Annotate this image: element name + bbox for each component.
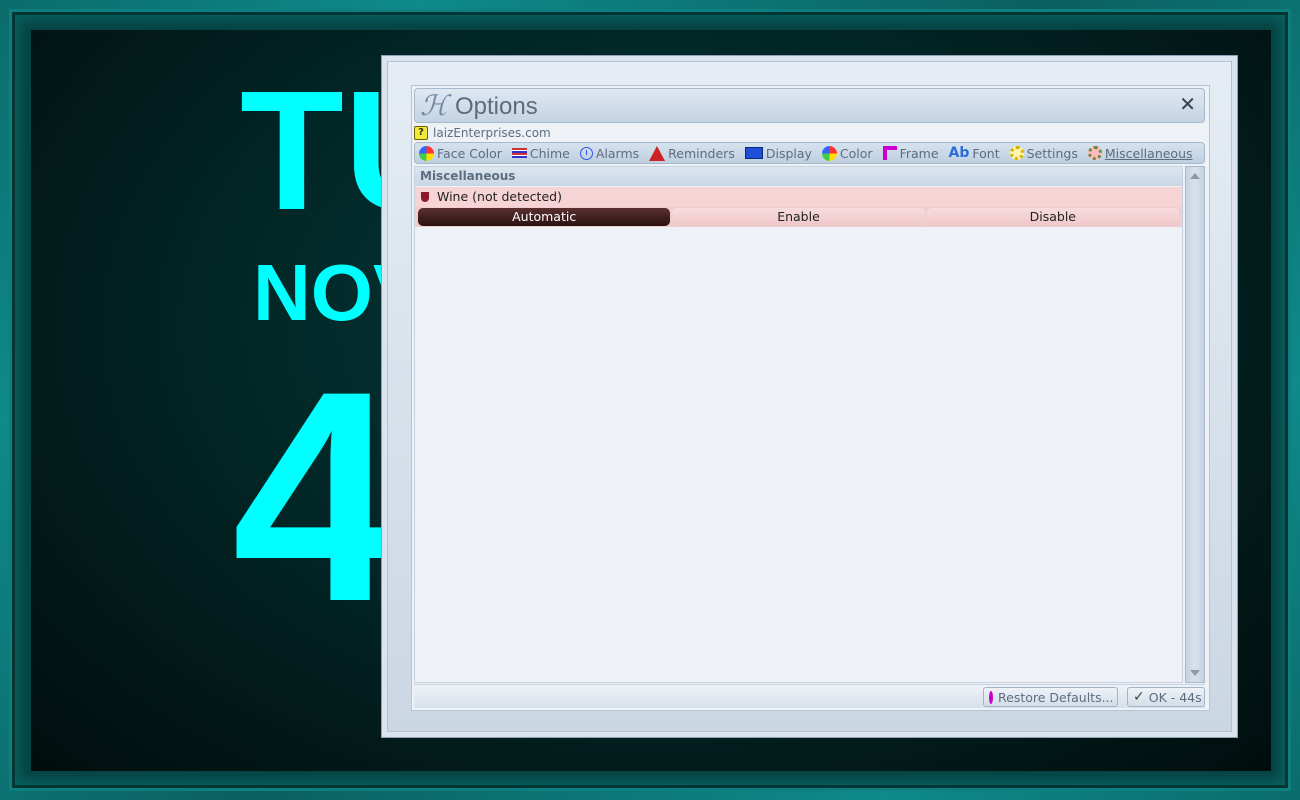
ok-button[interactable]: ✓ OK - 44s [1127,687,1205,707]
tab-label: Display [765,145,812,161]
clock-month-text: NOVEMBER [253,253,381,333]
tab-label: Font [972,145,1000,161]
warning-icon [649,145,666,161]
tab-face-color[interactable]: Face Color [419,145,502,161]
ok-label: OK - 44s [1148,689,1202,705]
title-bar[interactable]: ℋ Options ✕ [414,88,1205,123]
tab-label: Face Color [437,145,502,161]
tab-display[interactable]: Display [744,145,812,161]
scroll-down-arrow-icon[interactable] [1190,670,1200,676]
tab-label: Frame [899,145,939,161]
section-header: Miscellaneous [415,167,1182,186]
tab-label: Reminders [668,145,735,161]
options-dialog: ℋ Options ✕ ? laizEnterprises.com Face C… [411,85,1210,711]
content-panel: Miscellaneous Wine (not detected) Automa… [414,166,1183,683]
wine-mode-selector: Automatic Enable Disable [415,207,1182,227]
gear-icon [1009,146,1024,160]
wine-label: Wine (not detected) [437,189,562,204]
tab-miscellaneous[interactable]: Miscellaneous [1087,145,1193,161]
close-icon[interactable]: ✕ [1179,93,1196,115]
wine-automatic-option[interactable]: Automatic [418,208,671,226]
scroll-up-arrow-icon[interactable] [1190,173,1200,179]
wine-enable-option[interactable]: Enable [672,208,925,226]
vertical-scrollbar[interactable] [1185,166,1205,683]
font-icon: Ab [948,145,970,161]
tab-label: Settings [1026,145,1078,161]
color-icon [821,145,837,161]
tab-label: Color [839,145,873,161]
restore-label: Restore Defaults... [998,689,1114,705]
face-color-icon [419,145,434,161]
monitor-icon [744,147,763,159]
clock-time-text: 4 [232,346,381,646]
tab-alarms[interactable]: Alarms [579,145,640,161]
tab-font[interactable]: Ab Font [949,145,1000,161]
tab-frame[interactable]: Frame [882,145,939,161]
wine-disable-option[interactable]: Disable [926,208,1179,226]
tab-chime[interactable]: Chime [511,145,570,161]
checkmark-icon: ✓ [1133,689,1145,705]
website-link[interactable]: ? laizEnterprises.com [414,125,551,141]
website-label[interactable]: laizEnterprises.com [433,126,551,140]
frame-icon [882,146,897,160]
wine-row: Wine (not detected) [415,187,1182,207]
chime-icon [511,148,527,158]
tab-settings[interactable]: Settings [1009,145,1078,161]
wine-glass-icon [421,192,429,202]
bottom-bar: Restore Defaults... ✓ OK - 44s [414,684,1205,708]
clock-day-text: TUESDAY [240,66,381,236]
misc-gear-icon [1087,146,1102,160]
tab-reminders[interactable]: Reminders [649,145,735,161]
tab-label: Chime [529,145,570,161]
app-logo-icon: ℋ [420,89,448,122]
dialog-title: Options [455,93,538,120]
restore-icon [989,690,993,704]
help-icon[interactable]: ? [414,126,428,140]
tab-label: Miscellaneous [1104,145,1193,161]
options-dialog-frame: ℋ Options ✕ ? laizEnterprises.com Face C… [381,55,1238,738]
restore-defaults-button[interactable]: Restore Defaults... [983,687,1118,707]
tab-label: Alarms [595,145,640,161]
tab-color[interactable]: Color [821,145,873,161]
tab-bar: Face Color Chime Alarms Reminders Displa… [414,142,1205,164]
alarm-clock-icon [579,146,593,160]
